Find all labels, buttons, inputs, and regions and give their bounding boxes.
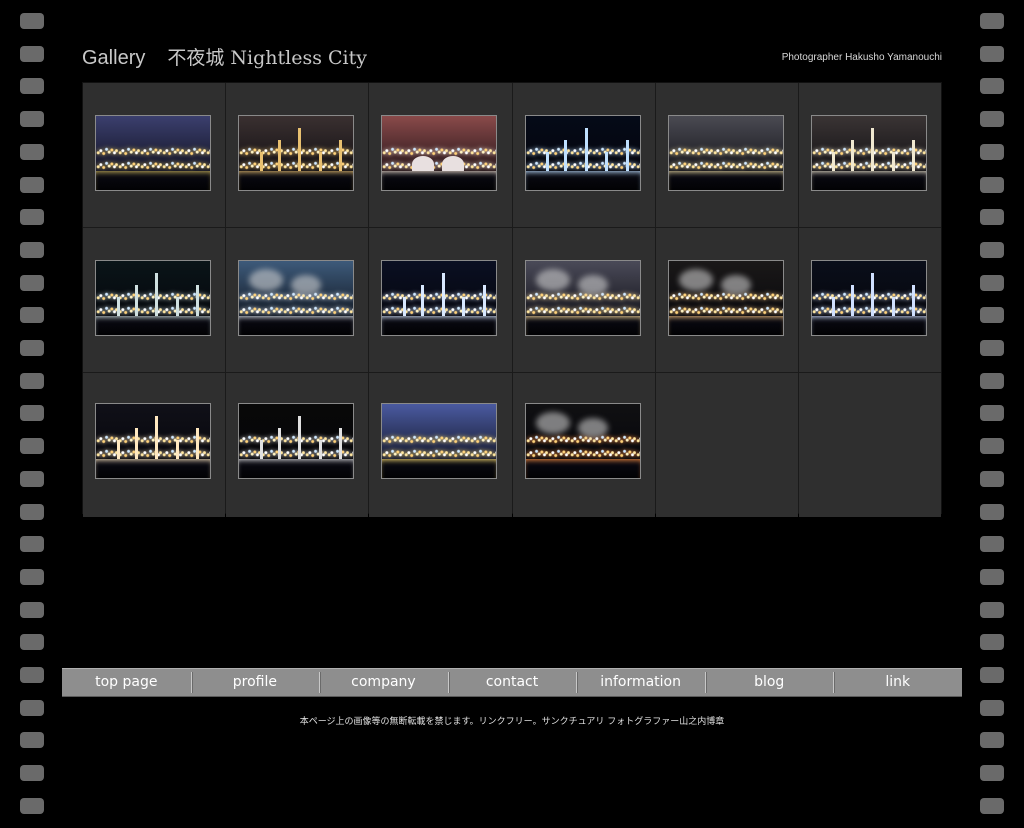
- perforation: [980, 340, 1004, 356]
- perforation: [980, 797, 1004, 814]
- gallery-cell: [226, 373, 369, 517]
- perforation: [980, 209, 1004, 226]
- main-navigation: top page profile company contact information…: [62, 668, 962, 697]
- perforation: [980, 470, 1004, 487]
- perforation: [20, 667, 44, 683]
- perforation: [20, 274, 44, 291]
- film-perforations-right: [980, 0, 1004, 828]
- gallery-cell: [226, 228, 369, 372]
- gallery-thumbnail[interactable]: [95, 115, 211, 191]
- perforation: [20, 13, 44, 29]
- gallery-cell: [512, 83, 655, 227]
- perforation: [980, 78, 1004, 95]
- perforation: [980, 568, 1004, 585]
- gallery-cell: [369, 228, 512, 372]
- nav-contact[interactable]: contact: [447, 669, 577, 696]
- gallery-thumbnail[interactable]: [524, 403, 641, 479]
- perforation: [980, 438, 1004, 455]
- perforation: [20, 111, 44, 128]
- gallery-cell: [83, 83, 226, 227]
- gallery-grid: [82, 82, 942, 517]
- gallery-cell: [83, 373, 226, 517]
- perforation: [20, 143, 44, 160]
- perforation: [980, 176, 1004, 193]
- gallery-cell: [369, 373, 512, 517]
- nav-information[interactable]: information: [576, 669, 705, 696]
- perforation: [980, 241, 1004, 258]
- nav-company[interactable]: company: [319, 669, 448, 696]
- perforation: [20, 340, 44, 356]
- perforation: [980, 307, 1004, 324]
- perforation: [20, 634, 44, 651]
- nav-blog[interactable]: blog: [704, 669, 834, 696]
- perforation: [980, 634, 1004, 651]
- perforation: [20, 438, 44, 455]
- gallery-cell: [655, 83, 798, 227]
- gallery-thumbnail[interactable]: [810, 115, 927, 191]
- perforation: [980, 601, 1004, 618]
- perforation: [20, 78, 44, 95]
- perforation: [20, 797, 44, 814]
- gallery-thumbnail[interactable]: [238, 115, 355, 191]
- perforation: [20, 601, 44, 618]
- gallery-cell: [798, 83, 941, 227]
- gallery-cell: [369, 83, 512, 227]
- gallery-cell: [655, 228, 798, 372]
- gallery-subtitle: 不夜城 Nightless City: [167, 47, 367, 69]
- gallery-thumbnail[interactable]: [381, 260, 498, 336]
- perforation: [20, 536, 44, 553]
- perforation: [20, 732, 44, 749]
- film-perforations-left: [20, 0, 44, 828]
- perforation: [980, 372, 1004, 389]
- nav-profile[interactable]: profile: [190, 669, 320, 696]
- nav-top-page[interactable]: top page: [62, 669, 191, 696]
- perforation: [20, 568, 44, 585]
- gallery-thumbnail[interactable]: [810, 260, 927, 336]
- gallery-thumbnail[interactable]: [667, 260, 784, 336]
- gallery-thumbnail[interactable]: [238, 260, 355, 336]
- gallery-cell: [512, 373, 655, 517]
- perforation: [980, 274, 1004, 291]
- perforation: [20, 405, 44, 422]
- gallery-thumbnail[interactable]: [524, 115, 641, 191]
- perforation: [980, 503, 1004, 520]
- gallery-thumbnail[interactable]: [381, 403, 498, 479]
- nav-link[interactable]: link: [833, 669, 962, 696]
- gallery-thumbnail[interactable]: [238, 403, 355, 479]
- perforation: [20, 372, 44, 389]
- perforation: [980, 405, 1004, 422]
- perforation: [20, 45, 44, 62]
- gallery-cell: [798, 373, 941, 517]
- gallery-cell: [83, 228, 226, 372]
- perforation: [20, 503, 44, 520]
- perforation: [980, 45, 1004, 62]
- gallery-title: Gallery: [82, 47, 146, 69]
- gallery-cell: [798, 228, 941, 372]
- perforation: [980, 536, 1004, 553]
- perforation: [20, 176, 44, 193]
- perforation: [20, 765, 44, 782]
- perforation: [980, 143, 1004, 160]
- gallery-thumbnail[interactable]: [95, 403, 211, 479]
- gallery-thumbnail[interactable]: [95, 260, 211, 336]
- perforation: [980, 111, 1004, 128]
- gallery-cell: [226, 83, 369, 227]
- gallery-cell: [655, 373, 798, 517]
- perforation: [980, 732, 1004, 749]
- perforation: [980, 765, 1004, 782]
- gallery-thumbnail[interactable]: [667, 115, 784, 191]
- perforation: [20, 307, 44, 324]
- gallery-cell: [512, 228, 655, 372]
- gallery-thumbnail[interactable]: [381, 115, 498, 191]
- photographer-credit: Photographer Hakusho Yamanouchi: [781, 52, 942, 63]
- footer-copyright: 本ページ上の画像等の無断転載を禁じます。リンクフリー。サンクチュアリ フォトグラ…: [299, 717, 725, 727]
- perforation: [980, 13, 1004, 29]
- perforation: [20, 241, 44, 258]
- perforation: [980, 667, 1004, 683]
- page-title: Gallery 不夜城 Nightless City: [82, 43, 367, 70]
- perforation: [20, 209, 44, 226]
- perforation: [20, 470, 44, 487]
- gallery-thumbnail[interactable]: [524, 260, 641, 336]
